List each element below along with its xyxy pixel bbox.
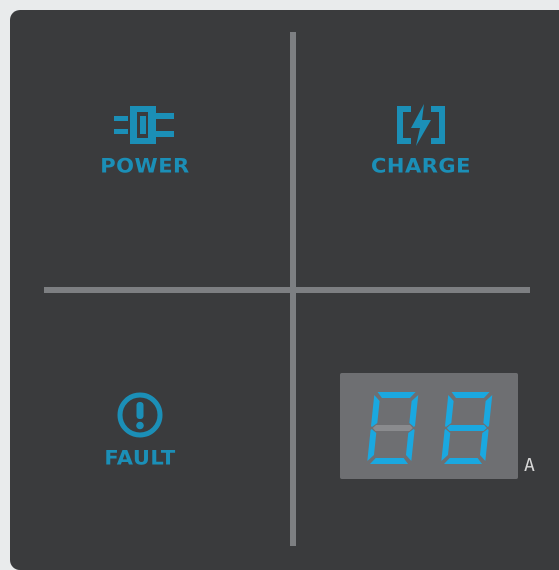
segment-c-on <box>405 429 415 461</box>
horizontal-divider <box>44 287 530 293</box>
unit-label: A <box>524 455 535 476</box>
control-panel: POWER CHARGE FAULT A <box>10 10 559 570</box>
fault-label: FAULT <box>104 446 176 470</box>
power-indicator: POWER <box>80 102 210 178</box>
segment-a-on <box>377 392 416 398</box>
segment-b-on <box>409 395 419 427</box>
segment-b-on <box>483 395 493 427</box>
charge-indicator: CHARGE <box>356 102 486 178</box>
charge-label: CHARGE <box>371 154 471 178</box>
current-display <box>340 373 518 479</box>
segment-d-on <box>444 458 483 464</box>
power-label: POWER <box>100 154 190 178</box>
segment-e-on <box>367 429 377 461</box>
segment-a-on <box>451 392 490 398</box>
segment-e-on <box>441 429 451 461</box>
segment-c-on <box>479 429 489 461</box>
segment-f-on <box>445 395 454 427</box>
segment-f-on <box>371 395 380 427</box>
fault-indicator: FAULT <box>80 390 200 470</box>
segment-d-on <box>370 458 409 464</box>
segment-g-off <box>372 425 413 431</box>
segment-g-on <box>446 425 487 431</box>
exclamation-circle-icon <box>117 392 163 438</box>
battery-charging-icon <box>397 104 445 146</box>
display-digit-2 <box>441 392 493 464</box>
display-digit-1 <box>367 392 419 464</box>
plug-icon <box>114 106 174 144</box>
